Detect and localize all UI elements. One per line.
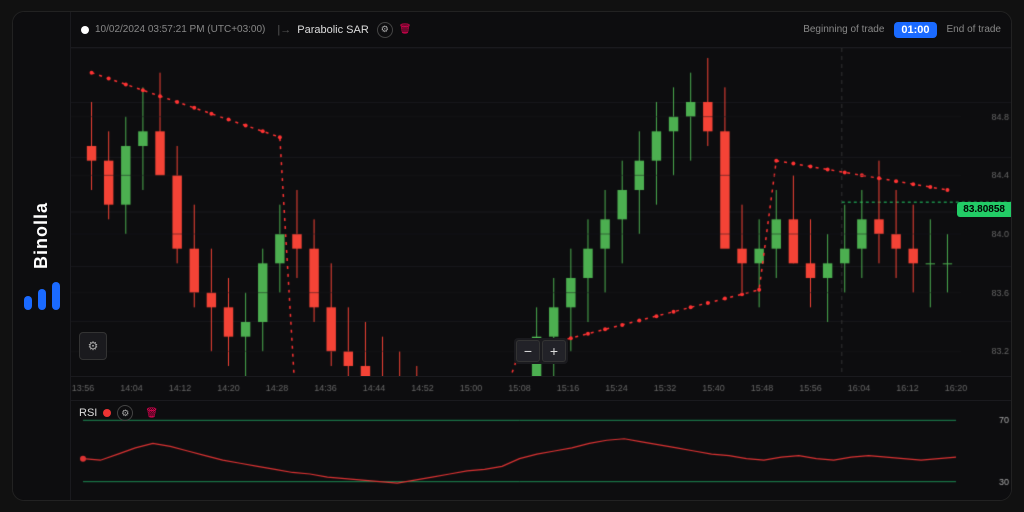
chart-settings-button[interactable]: ⚙ [79, 332, 107, 360]
rsi-chart-canvas [71, 401, 1011, 500]
indicator-settings-icon[interactable]: ⚙ [377, 22, 393, 38]
main-chart-canvas [71, 48, 1011, 376]
beginning-of-trade-label: Beginning of trade [803, 24, 884, 35]
rsi-dot-red [103, 409, 111, 417]
time-axis [71, 376, 1011, 400]
rsi-settings-icon[interactable]: ⚙ [117, 405, 133, 421]
timestamp: 10/02/2024 03:57:21 PM (UTC+03:00) [95, 24, 265, 35]
brand-name: Binolla [31, 202, 52, 269]
main-chart: 83.80858 ⚙ − + [71, 48, 1011, 376]
price-label: 83.80858 [957, 202, 1011, 217]
rsi-label: RSI [79, 407, 97, 419]
status-dot [81, 26, 89, 34]
rsi-header: RSI ⚙ 🗑 [79, 405, 158, 421]
sidebar: Binolla [13, 12, 71, 500]
time-axis-canvas [71, 377, 1011, 400]
end-of-trade-label: End of trade [947, 24, 1001, 35]
chart-area: 10/02/2024 03:57:21 PM (UTC+03:00) |→ Pa… [71, 12, 1011, 500]
trade-labels: Beginning of trade 01:00 End of trade [803, 22, 1001, 38]
zoom-controls: − + [514, 338, 568, 364]
zoom-out-button[interactable]: − [516, 340, 540, 362]
rsi-delete-icon[interactable]: 🗑 [145, 408, 158, 419]
trade-time-badge: 01:00 [894, 22, 936, 38]
zoom-in-button[interactable]: + [542, 340, 566, 362]
main-container: Binolla 10/02/2024 03:57:21 PM (UTC+03:0… [12, 11, 1012, 501]
brand-logo [24, 282, 60, 310]
rsi-panel: RSI ⚙ 🗑 [71, 400, 1011, 500]
indicator-label: Parabolic SAR [297, 24, 369, 36]
indicator-delete-icon[interactable]: 🗑 [399, 24, 412, 35]
top-bar: 10/02/2024 03:57:21 PM (UTC+03:00) |→ Pa… [71, 12, 1011, 48]
